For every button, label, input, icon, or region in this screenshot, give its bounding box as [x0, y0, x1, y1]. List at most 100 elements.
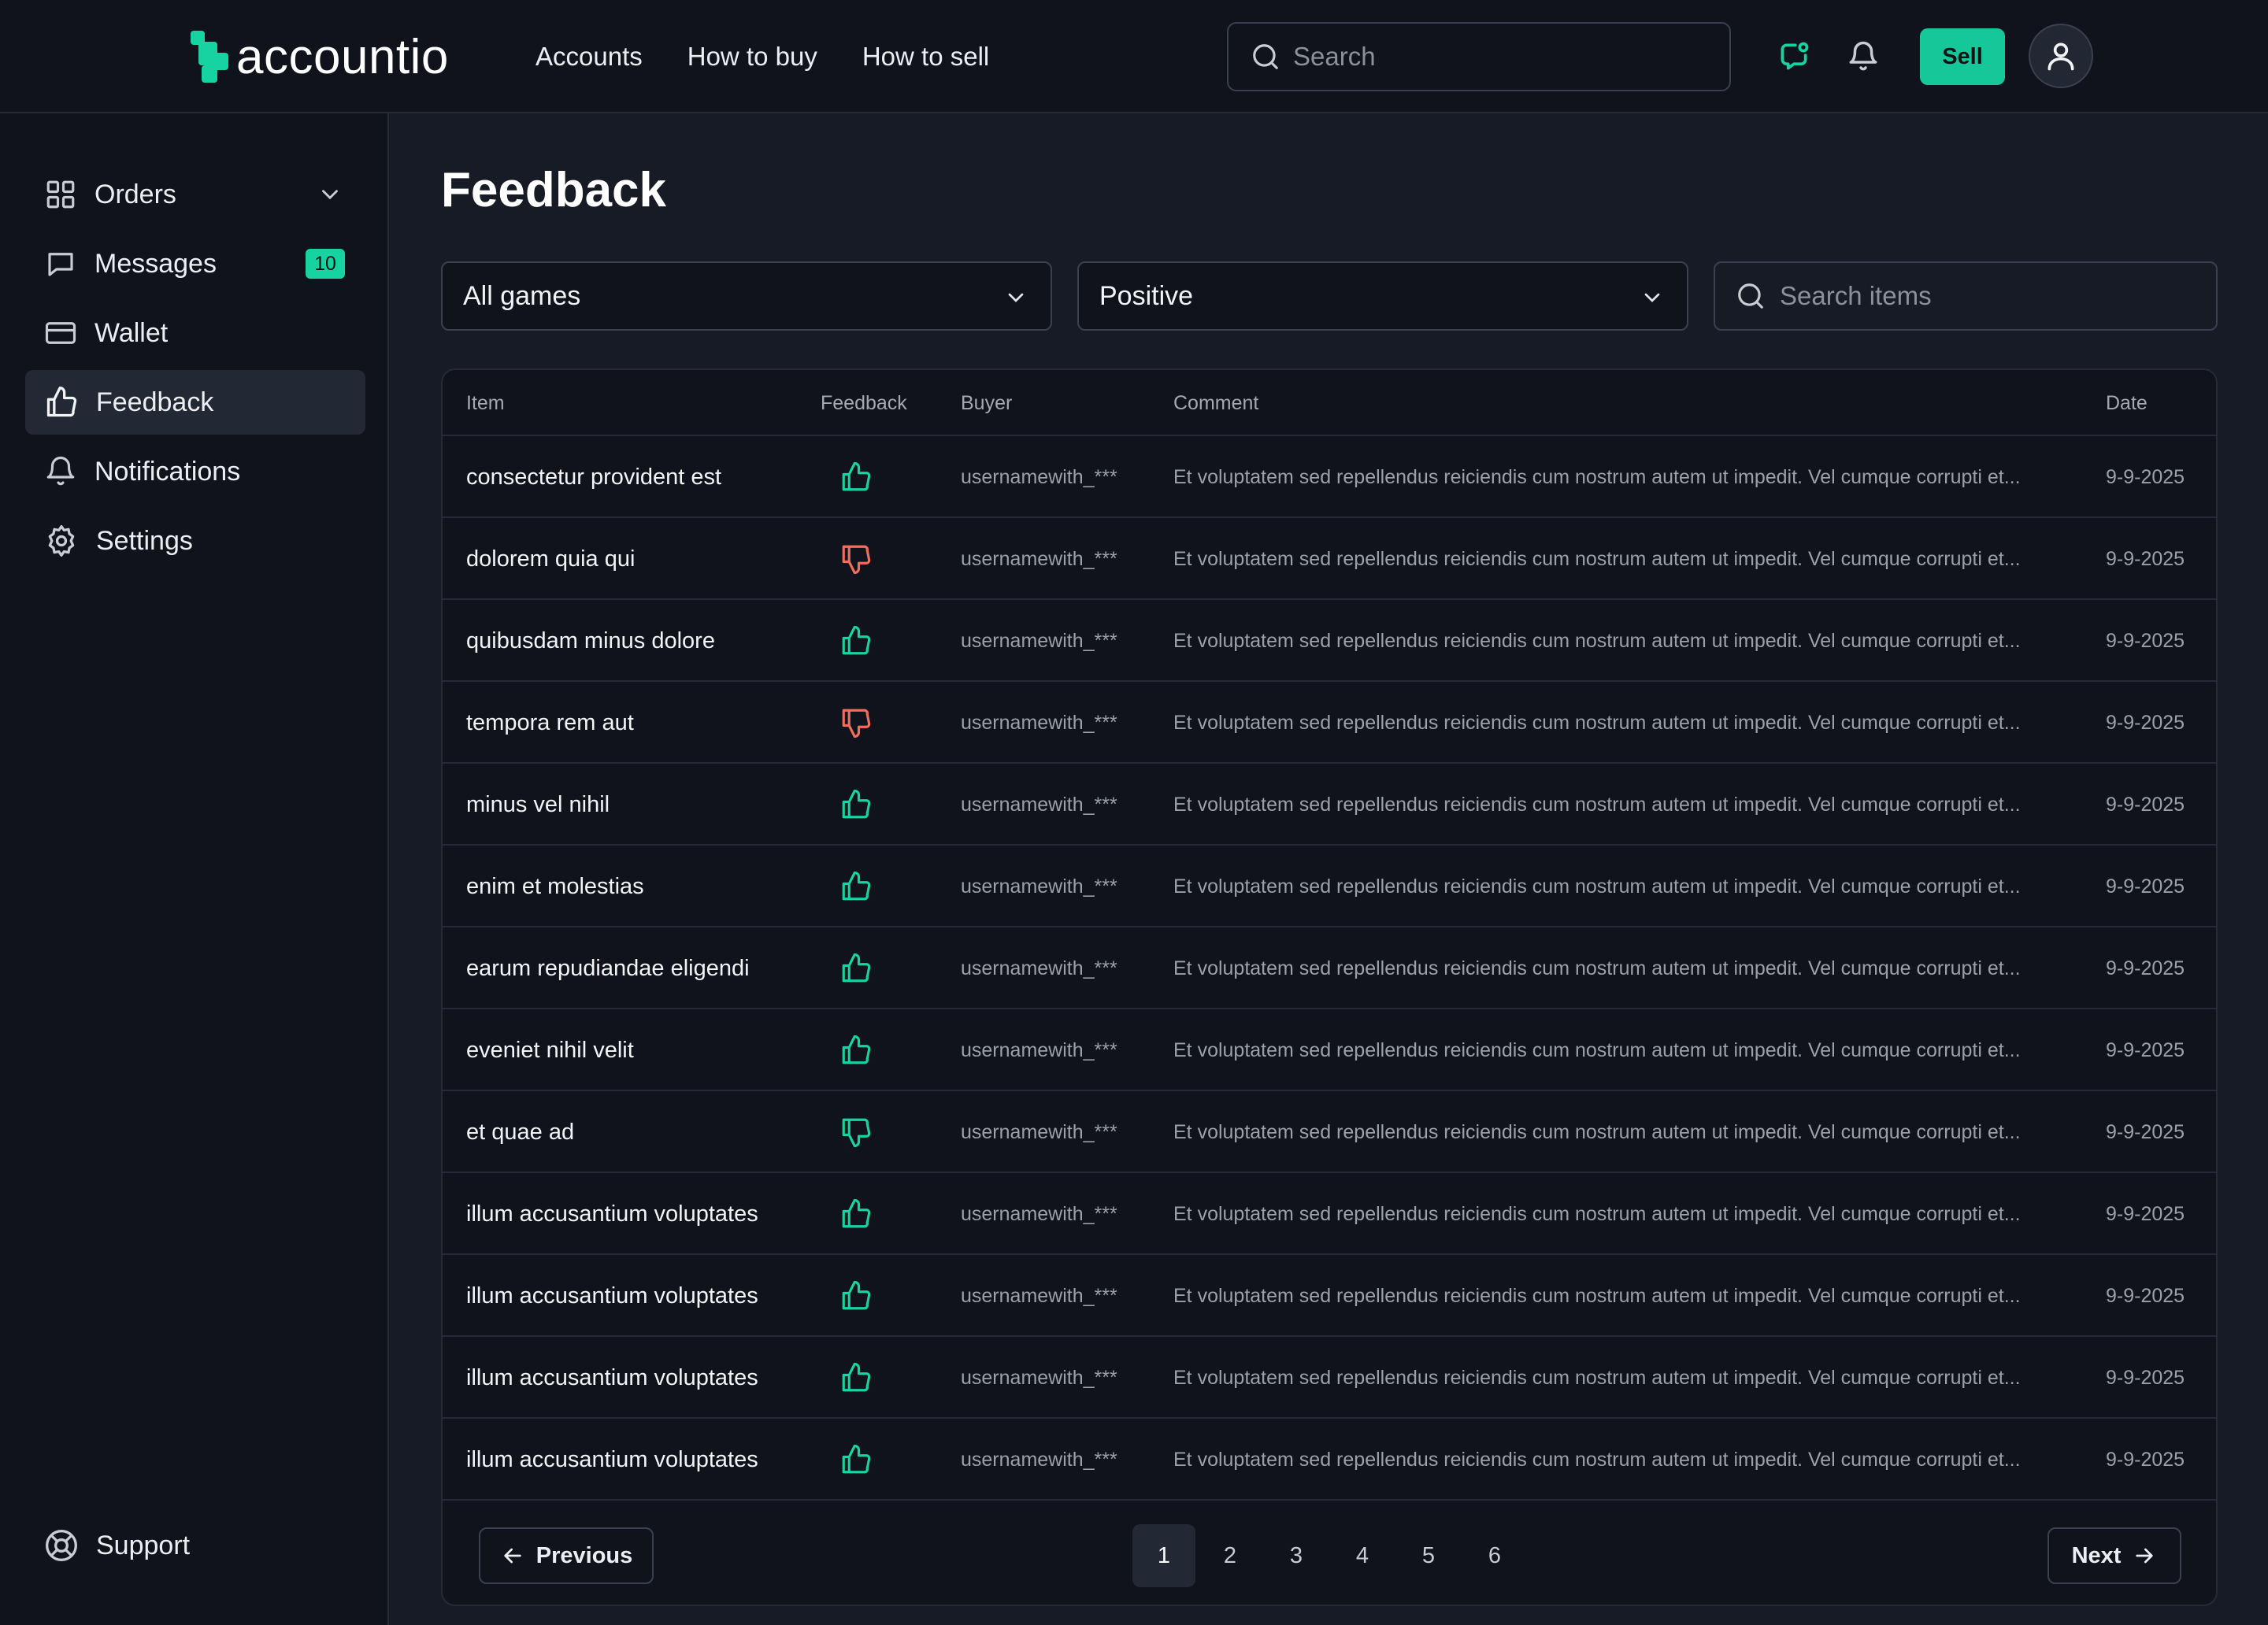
row-item-name: dolorem quia qui — [466, 546, 636, 572]
lifebuoy-icon — [46, 1530, 77, 1561]
row-buyer: usernamewith_*** — [961, 1120, 1117, 1143]
column-header-item[interactable]: Item — [466, 392, 505, 415]
chevron-down-icon[interactable] — [317, 181, 343, 208]
sidebar-item-notifications[interactable]: Notifications — [25, 439, 365, 504]
nav-link-accounts[interactable]: Accounts — [536, 42, 643, 72]
row-comment: Et voluptatem sed repellendus reiciendis… — [1173, 957, 2021, 979]
row-buyer: usernamewith_*** — [961, 1202, 1117, 1225]
sidebar-item-label: Notifications — [94, 456, 241, 487]
column-header-feedback[interactable]: Feedback — [821, 392, 907, 415]
row-comment: Et voluptatem sed repellendus reiciendis… — [1173, 875, 2021, 898]
table-row[interactable]: illum accusantium voluptates usernamewith… — [443, 1173, 2216, 1255]
table-row[interactable]: illum accusantium voluptates usernamewith… — [443, 1419, 2216, 1501]
row-item-name: et quae ad — [466, 1119, 575, 1145]
page-number-4[interactable]: 4 — [1331, 1524, 1394, 1587]
thumbs-up-icon — [842, 625, 871, 655]
sidebar-item-feedback[interactable]: Feedback — [25, 370, 365, 435]
next-label: Next — [2071, 1542, 2122, 1568]
table-row[interactable]: minus vel nihil usernamewith_*** Et volupt… — [443, 764, 2216, 846]
main-nav: Accounts How to buy How to sell — [536, 0, 989, 113]
row-buyer: usernamewith_*** — [961, 711, 1117, 734]
page-number-1[interactable]: 1 — [1132, 1524, 1195, 1587]
row-comment: Et voluptatem sed repellendus reiciendis… — [1173, 630, 2021, 652]
unread-count-badge: 10 — [306, 249, 345, 279]
thumbs-up-icon — [842, 789, 871, 819]
row-feedback — [813, 682, 899, 764]
table-row[interactable]: illum accusantium voluptates usernamewith… — [443, 1255, 2216, 1337]
nav-link-how-to-sell[interactable]: How to sell — [862, 42, 989, 72]
previous-page-button[interactable]: Previous — [479, 1527, 654, 1584]
row-date: 9-9-2025 — [2106, 1120, 2185, 1143]
row-feedback — [813, 600, 899, 682]
sidebar-item-label: Orders — [94, 179, 176, 209]
thumbs-up-icon — [842, 1035, 871, 1064]
row-feedback — [813, 927, 899, 1009]
column-header-date[interactable]: Date — [2106, 392, 2148, 415]
page-number-6[interactable]: 6 — [1463, 1524, 1526, 1587]
page-title: Feedback — [441, 163, 667, 217]
row-date: 9-9-2025 — [2106, 875, 2185, 898]
header-search-input[interactable] — [1293, 42, 1703, 72]
page-number-2[interactable]: 2 — [1199, 1524, 1262, 1587]
table-row[interactable]: et quae ad usernamewith_*** Et voluptatem … — [443, 1091, 2216, 1173]
table-row[interactable]: tempora rem aut usernamewith_*** Et volupt… — [443, 682, 2216, 764]
sidebar-item-settings[interactable]: Settings — [25, 509, 365, 573]
feedback-type-value: Positive — [1099, 280, 1194, 311]
row-date: 9-9-2025 — [2106, 793, 2185, 816]
row-feedback — [813, 1009, 899, 1091]
next-page-button[interactable]: Next — [2048, 1527, 2181, 1584]
row-buyer: usernamewith_*** — [961, 1366, 1117, 1389]
thumbs-up-icon — [46, 387, 77, 417]
notifications-button[interactable] — [1836, 30, 1890, 83]
row-date: 9-9-2025 — [2106, 465, 2185, 488]
items-search-input[interactable] — [1780, 281, 2205, 311]
nav-link-how-to-buy[interactable]: How to buy — [687, 42, 817, 72]
row-buyer: usernamewith_*** — [961, 465, 1117, 488]
table-row[interactable]: quibusdam minus dolore usernamewith_*** Et… — [443, 600, 2216, 682]
row-date: 9-9-2025 — [2106, 1038, 2185, 1061]
sidebar-item-label: Feedback — [96, 387, 214, 417]
sidebar-item-messages[interactable]: Messages 10 — [25, 231, 365, 296]
row-comment: Et voluptatem sed repellendus reiciendis… — [1173, 712, 2021, 734]
app: accountio Accounts How to buy How to sel… — [0, 0, 2268, 1625]
user-icon — [2048, 43, 2074, 71]
row-comment: Et voluptatem sed repellendus reiciendis… — [1173, 1367, 2021, 1389]
messages-button[interactable] — [1767, 30, 1821, 83]
thumbs-up-icon — [842, 871, 871, 901]
row-item-name: illum accusantium voluptates — [466, 1446, 758, 1472]
previous-label: Previous — [536, 1542, 633, 1568]
table-row[interactable]: earum repudiandae eligendi usernamewith_*… — [443, 927, 2216, 1009]
thumbs-up-icon — [842, 953, 871, 983]
sidebar-item-label: Wallet — [94, 317, 169, 348]
row-buyer: usernamewith_*** — [961, 629, 1117, 652]
row-item-name: consectetur provident est — [466, 464, 722, 490]
page-number-5[interactable]: 5 — [1397, 1524, 1460, 1587]
row-feedback — [813, 1091, 899, 1173]
sidebar-item-wallet[interactable]: Wallet — [25, 301, 365, 365]
table-row[interactable]: eveniet nihil velit usernamewith_*** Et vo… — [443, 1009, 2216, 1091]
row-item-name: illum accusantium voluptates — [466, 1201, 758, 1227]
row-buyer: usernamewith_*** — [961, 1284, 1117, 1307]
game-filter-select[interactable]: All games — [441, 261, 1052, 331]
row-comment: Et voluptatem sed repellendus reiciendis… — [1173, 1203, 2021, 1225]
thumbs-up-icon — [842, 1280, 871, 1310]
user-avatar[interactable] — [2029, 24, 2093, 88]
table-row[interactable]: illum accusantium voluptates usernamewith… — [443, 1337, 2216, 1419]
row-feedback — [813, 1337, 899, 1419]
column-header-comment[interactable]: Comment — [1173, 392, 1258, 415]
table-row[interactable]: consectetur provident est usernamewith_**… — [443, 436, 2216, 518]
row-item-name: tempora rem aut — [466, 709, 634, 735]
logo[interactable]: accountio — [191, 30, 449, 84]
table-row[interactable]: enim et molestias usernamewith_*** Et volu… — [443, 846, 2216, 927]
feedback-type-select[interactable]: Positive — [1077, 261, 1688, 331]
row-buyer: usernamewith_*** — [961, 793, 1117, 816]
table-row[interactable]: dolorem quia qui usernamewith_*** Et volup… — [443, 518, 2216, 600]
sidebar-item-support[interactable]: Support — [25, 1513, 365, 1578]
row-buyer: usernamewith_*** — [961, 1038, 1117, 1061]
column-header-buyer[interactable]: Buyer — [961, 392, 1012, 415]
row-buyer: usernamewith_*** — [961, 1448, 1117, 1471]
sidebar-item-orders[interactable]: Orders — [25, 162, 365, 227]
sell-button[interactable]: Sell — [1920, 28, 2005, 85]
page-number-3[interactable]: 3 — [1265, 1524, 1328, 1587]
pagination: Previous 1 2 3 4 5 6 Next — [443, 1499, 2216, 1605]
